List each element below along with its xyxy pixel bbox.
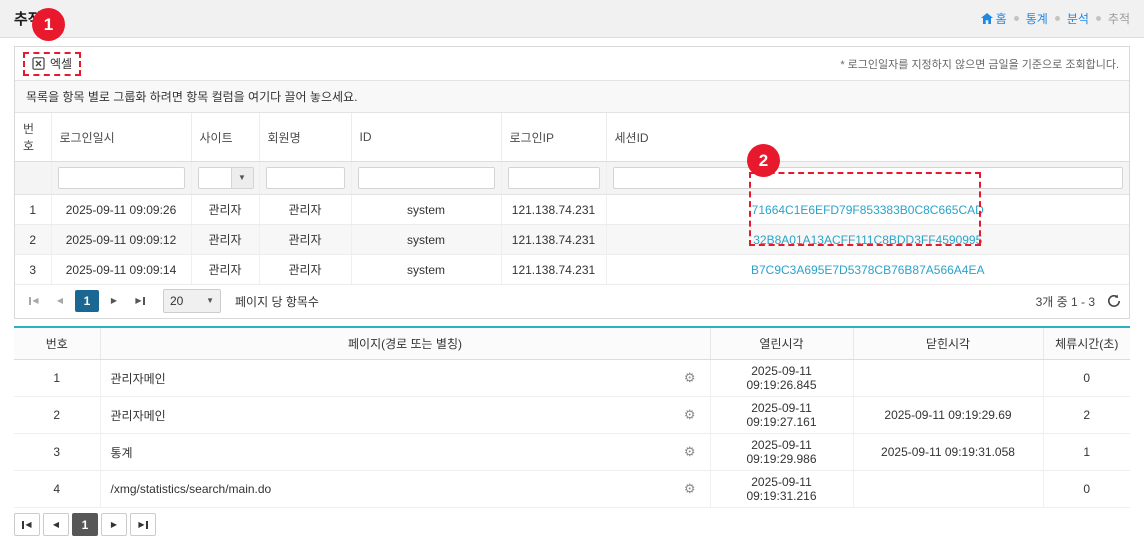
id-filter-input[interactable] (358, 167, 495, 189)
nav-item-analysis[interactable]: 분석 (1067, 10, 1089, 27)
chevron-down-icon: ▼ (206, 297, 214, 305)
col-header-page[interactable]: 페이지(경로 또는 별칭) (100, 328, 710, 360)
page-name: 관리자메인 (111, 370, 166, 387)
visit-row[interactable]: 3 통계⚙ 2025-09-11 09:19:29.986 2025-09-11… (14, 434, 1130, 471)
page-size-label: 페이지 당 항목수 (235, 293, 319, 310)
prev-page-icon[interactable]: ◀ (43, 513, 69, 536)
ip-filter-input[interactable] (508, 167, 600, 189)
annotation-session-ids-box (749, 172, 981, 246)
nav-item-home[interactable]: 홈 (981, 10, 1007, 27)
home-icon (981, 13, 993, 24)
last-page-icon[interactable]: ▶ (129, 290, 151, 312)
visit-row[interactable]: 2 관리자메인⚙ 2025-09-11 09:19:27.161 2025-09… (14, 397, 1130, 434)
col-header-member[interactable]: 회원명 (259, 113, 351, 162)
page-name: 관리자메인 (111, 407, 166, 424)
login-date-note: * 로그인일자를 지정하지 않으면 금일을 기준으로 조회합니다. (840, 56, 1121, 72)
col-header-ip[interactable]: 로그인IP (501, 113, 606, 162)
group-drop-zone[interactable]: 목록을 항목 별로 그룹화 하려면 항목 컬럼을 여기다 끌어 놓으세요. (15, 80, 1129, 113)
pager-range-label: 3개 중 1 - 3 (1036, 293, 1095, 310)
current-page-button[interactable]: 1 (72, 513, 98, 536)
login-table-pager: ◀ ◀ 1 ▶ ▶ 20 ▼ 페이지 당 항목수 3개 중 1 - 3 (15, 285, 1129, 318)
next-page-icon[interactable]: ▶ (103, 290, 125, 312)
col-header-id[interactable]: ID (351, 113, 501, 162)
nav-separator-dot (1055, 16, 1060, 21)
first-page-icon[interactable]: ◀ (23, 290, 45, 312)
annotation-step-2-badge: 2 (747, 144, 780, 177)
col-header-site[interactable]: 사이트 (191, 113, 259, 162)
next-page-icon[interactable]: ▶ (101, 513, 127, 536)
top-bar: 추적 홈 통계 분석 추적 (0, 0, 1144, 38)
nav-item-stats[interactable]: 통계 (1026, 10, 1048, 27)
excel-export-button[interactable]: 엑셀 (23, 52, 81, 76)
col-header-login-at[interactable]: 로그인일시 (51, 113, 191, 162)
member-filter-input[interactable] (266, 167, 345, 189)
grid-toolbar: 엑셀 * 로그인일자를 지정하지 않으면 금일을 기준으로 조회합니다. (15, 47, 1129, 80)
page-visits-table: 번호 페이지(경로 또는 별칭) 열린시각 닫힌시각 체류시간(초) 1 관리자… (14, 328, 1130, 508)
gear-icon[interactable]: ⚙ (684, 370, 696, 386)
gear-icon[interactable]: ⚙ (684, 407, 696, 423)
page-name: /xmg/statistics/search/main.do (111, 482, 272, 496)
last-page-icon[interactable]: ▶ (130, 513, 156, 536)
gear-icon[interactable]: ⚙ (684, 444, 696, 460)
refresh-icon[interactable] (1107, 294, 1121, 308)
col-header-no[interactable]: 번호 (14, 328, 100, 360)
col-header-session[interactable]: 세션ID (606, 113, 1129, 162)
col-header-no[interactable]: 번호 (15, 113, 51, 162)
annotation-step-1-badge: 1 (32, 8, 65, 41)
page-size-dropdown[interactable]: 20 ▼ (163, 289, 221, 313)
top-nav: 홈 통계 분석 추적 (981, 10, 1130, 27)
prev-page-icon[interactable]: ◀ (49, 290, 71, 312)
login-table-header-row: 번호 로그인일시 사이트 회원명 ID 로그인IP 세션ID (15, 113, 1129, 162)
nav-item-tracking: 추적 (1108, 10, 1130, 27)
visit-row[interactable]: 1 관리자메인⚙ 2025-09-11 09:19:26.845 0 (14, 360, 1130, 397)
site-filter-dropdown[interactable]: ▼ (198, 167, 254, 189)
login-table-row[interactable]: 3 2025-09-11 09:09:14 관리자 관리자 system 121… (15, 255, 1129, 285)
excel-icon (32, 57, 45, 70)
col-header-open-time[interactable]: 열린시각 (710, 328, 853, 360)
session-id-link[interactable]: B7C9C3A695E7D5378CB76B87A566A4EA (751, 263, 985, 277)
gear-icon[interactable]: ⚙ (684, 481, 696, 497)
chevron-down-icon: ▼ (231, 168, 253, 188)
visits-table-pager: ◀ ◀ 1 ▶ ▶ (14, 513, 1130, 536)
current-page-button[interactable]: 1 (75, 290, 99, 312)
visit-row[interactable]: 4 /xmg/statistics/search/main.do⚙ 2025-0… (14, 471, 1130, 508)
nav-separator-dot (1096, 16, 1101, 21)
col-header-close-time[interactable]: 닫힌시각 (853, 328, 1043, 360)
page-name: 통계 (111, 444, 133, 461)
visits-table-header-row: 번호 페이지(경로 또는 별칭) 열린시각 닫힌시각 체류시간(초) (14, 328, 1130, 360)
page-visits-panel: 번호 페이지(경로 또는 별칭) 열린시각 닫힌시각 체류시간(초) 1 관리자… (14, 326, 1130, 508)
first-page-icon[interactable]: ◀ (14, 513, 40, 536)
col-header-stay-seconds[interactable]: 체류시간(초) (1043, 328, 1130, 360)
nav-separator-dot (1014, 16, 1019, 21)
